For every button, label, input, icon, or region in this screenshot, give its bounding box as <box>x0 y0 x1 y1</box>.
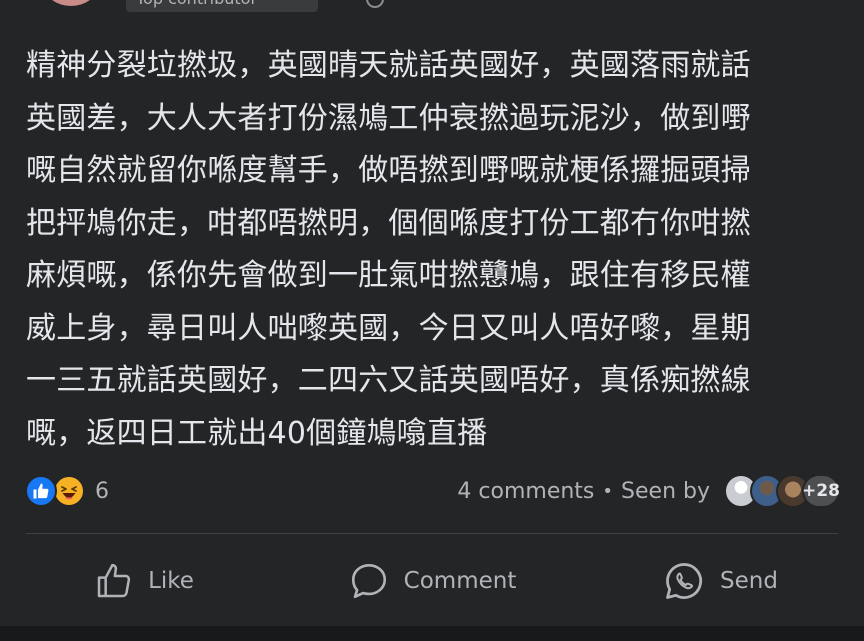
seen-more-count: +28 <box>802 474 840 508</box>
stats-separator: • <box>602 480 614 502</box>
bottom-separator <box>0 626 864 641</box>
haha-reaction-icon <box>53 475 85 507</box>
comment-label: Comment <box>403 568 517 594</box>
comments-count-link[interactable]: 4 comments <box>457 479 594 504</box>
post-body-text: 精神分裂垃撚圾，英國晴天就話英國好，英國落雨就話 英國差，大人大者打份濕鳩工仲衰… <box>26 48 751 451</box>
comment-button[interactable]: Comment <box>288 540 576 622</box>
post-actions-bar: Like Comment Send <box>0 540 864 622</box>
actions-divider <box>26 533 838 534</box>
whatsapp-icon <box>662 559 706 603</box>
send-label: Send <box>720 568 778 594</box>
like-label: Like <box>148 568 194 594</box>
send-button[interactable]: Send <box>576 540 864 622</box>
thumbs-up-icon <box>94 561 134 601</box>
comment-bubble-icon <box>348 560 390 602</box>
reaction-count: 6 <box>95 478 109 504</box>
top-contributor-badge: Top contributor <box>126 0 318 12</box>
author-avatar[interactable] <box>44 0 98 6</box>
post-stats: 4 comments • Seen by +28 <box>457 472 840 510</box>
seen-by-avatars[interactable]: +28 <box>724 474 840 508</box>
post-header-partial: Top contributor 12h <box>0 0 864 18</box>
reaction-summary[interactable]: 6 <box>25 473 109 509</box>
like-reaction-icon <box>25 475 57 507</box>
like-button[interactable]: Like <box>0 540 288 622</box>
seen-by-label[interactable]: Seen by <box>621 479 710 504</box>
